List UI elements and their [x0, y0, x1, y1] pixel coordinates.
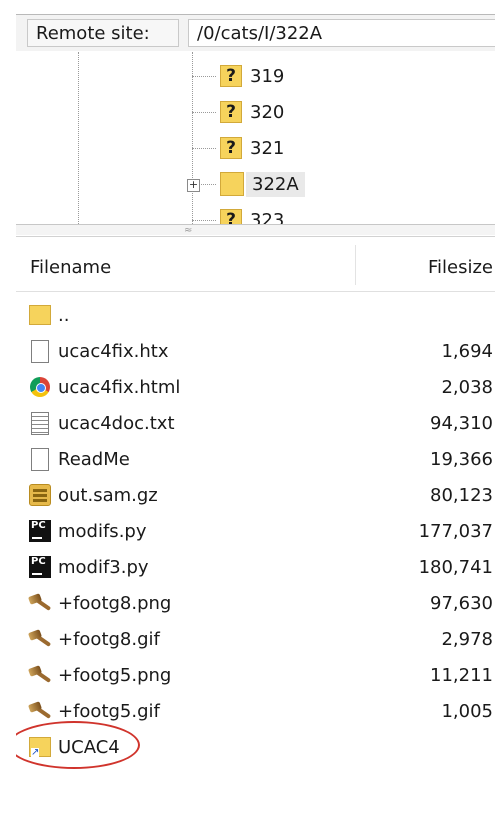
table-row[interactable]: +footg5.png 11,211: [16, 657, 495, 693]
file-name: ReadMe: [58, 448, 130, 470]
file-name: UCAC4: [58, 736, 120, 758]
file-size: 97,630: [430, 592, 493, 614]
table-row[interactable]: ReadMe 19,366: [16, 441, 495, 477]
remote-directory-tree[interactable]: ? 319 ? 320 ? 321 + 322A ? 323: [16, 52, 495, 225]
remote-path-input[interactable]: /0/cats/I/322A: [188, 19, 495, 47]
file-size: 1,694: [441, 340, 493, 362]
file-name: +footg8.png: [58, 592, 172, 614]
file-name: +footg8.gif: [58, 628, 160, 650]
table-row[interactable]: +footg8.png 97,630: [16, 585, 495, 621]
tree-connector: [192, 220, 216, 221]
file-list-header: Filename Filesize: [16, 237, 495, 292]
pycharm-icon: PC: [28, 555, 52, 579]
chrome-icon: [28, 375, 52, 399]
tree-item-321[interactable]: ? 321: [220, 131, 284, 165]
file-size: 177,037: [418, 520, 493, 542]
folder-shortcut-icon: [28, 735, 52, 759]
unknown-folder-icon: ?: [220, 209, 242, 224]
table-row[interactable]: ucac4fix.html 2,038: [16, 369, 495, 405]
remote-site-bar: Remote site: /0/cats/I/322A: [16, 14, 495, 51]
unknown-folder-icon: ?: [220, 65, 242, 87]
remote-file-list[interactable]: Filename Filesize .. ucac4fix.htx 1,694 …: [16, 236, 495, 836]
tree-item-label: 323: [250, 209, 285, 225]
archive-icon: [28, 483, 52, 507]
column-header-filename[interactable]: Filename: [30, 257, 111, 278]
file-name: modifs.py: [58, 520, 147, 542]
table-row[interactable]: +footg5.gif 1,005: [16, 693, 495, 729]
document-icon: [28, 339, 52, 363]
file-name: +footg5.png: [58, 664, 172, 686]
file-size: 180,741: [418, 556, 493, 578]
tree-item-label: 319: [250, 65, 285, 87]
file-name: ucac4fix.htx: [58, 340, 169, 362]
table-row-ucac4[interactable]: UCAC4: [16, 721, 495, 769]
file-size: 2,978: [441, 628, 493, 650]
table-row[interactable]: ucac4fix.htx 1,694: [16, 333, 495, 369]
file-size: 94,310: [430, 412, 493, 434]
image-icon: [28, 699, 52, 723]
image-icon: [28, 663, 52, 687]
table-row[interactable]: ..: [16, 297, 495, 333]
file-size: 19,366: [430, 448, 493, 470]
file-name: out.sam.gz: [58, 484, 158, 506]
file-name: modif3.py: [58, 556, 149, 578]
pane-splitter[interactable]: ≈: [16, 225, 495, 236]
tree-item-label: 321: [250, 137, 285, 159]
tree-guide-line: [192, 52, 193, 224]
tree-item-323[interactable]: ? 323: [220, 203, 285, 225]
column-header-filesize[interactable]: Filesize: [428, 257, 493, 278]
tree-item-320[interactable]: ? 320: [220, 95, 284, 129]
folder-icon: [220, 172, 244, 196]
folder-icon: [28, 303, 52, 327]
file-size: 11,211: [430, 664, 493, 686]
tree-connector: [192, 112, 216, 113]
file-name: ucac4fix.html: [58, 376, 181, 398]
unknown-folder-icon: ?: [220, 101, 242, 123]
tree-item-label: 322A: [246, 171, 305, 197]
tree-item-label: 320: [250, 101, 285, 123]
file-size: 80,123: [430, 484, 493, 506]
pycharm-icon: PC: [28, 519, 52, 543]
file-rows: .. ucac4fix.htx 1,694 ucac4fix.html 2,03…: [16, 297, 495, 769]
remote-site-label: Remote site:: [27, 19, 179, 47]
table-row[interactable]: out.sam.gz 80,123: [16, 477, 495, 513]
table-row[interactable]: ucac4doc.txt 94,310: [16, 405, 495, 441]
file-name: ucac4doc.txt: [58, 412, 175, 434]
file-size: 1,005: [441, 700, 493, 722]
document-icon: [28, 447, 52, 471]
unknown-folder-icon: ?: [220, 137, 242, 159]
column-divider[interactable]: [355, 245, 356, 285]
image-icon: [28, 591, 52, 615]
table-row[interactable]: PC modifs.py 177,037: [16, 513, 495, 549]
table-row[interactable]: PC modif3.py 180,741: [16, 549, 495, 585]
tree-item-319[interactable]: ? 319: [220, 59, 284, 93]
file-name: +footg5.gif: [58, 700, 160, 722]
file-name: ..: [58, 304, 70, 326]
tree-connector: [192, 76, 216, 77]
tree-connector: [192, 148, 216, 149]
tree-guide-line: [78, 52, 79, 224]
text-file-icon: [28, 411, 52, 435]
file-size: 2,038: [441, 376, 493, 398]
tree-item-322a[interactable]: 322A: [220, 167, 305, 201]
expand-toggle[interactable]: +: [187, 179, 200, 192]
image-icon: [28, 627, 52, 651]
table-row[interactable]: +footg8.gif 2,978: [16, 621, 495, 657]
splitter-grip-icon: ≈: [184, 225, 193, 236]
